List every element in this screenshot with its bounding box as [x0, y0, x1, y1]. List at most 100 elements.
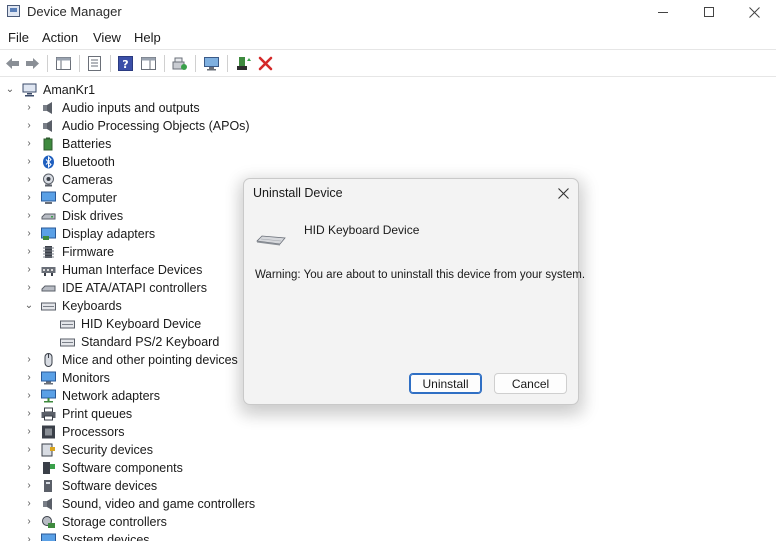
- ide-controller-icon: [41, 285, 56, 292]
- tree-item-label: Cameras: [62, 173, 113, 187]
- tree-item-batteries[interactable]: › Batteries: [0, 135, 300, 153]
- dialog-warning-text: Warning: You are about to uninstall this…: [255, 269, 586, 281]
- tree-item-label: Firmware: [62, 245, 115, 259]
- tree-item-processors[interactable]: › Processors: [0, 423, 300, 441]
- svg-text:?: ?: [122, 58, 128, 71]
- menu-bar: File Action View Help: [0, 26, 776, 48]
- chevron-right-icon[interactable]: ›: [24, 462, 34, 474]
- tree-item-label: IDE ATA/ATAPI controllers: [62, 281, 207, 295]
- dialog-device-name: HID Keyboard Device: [304, 223, 420, 237]
- chevron-right-icon[interactable]: ›: [24, 228, 34, 240]
- tree-item-label: Human Interface Devices: [62, 263, 203, 277]
- show-hide-console-tree-icon[interactable]: [55, 55, 72, 72]
- chevron-right-icon[interactable]: ›: [24, 408, 34, 420]
- chevron-right-icon[interactable]: ›: [24, 426, 34, 438]
- menu-file[interactable]: File: [8, 30, 29, 45]
- chevron-right-icon[interactable]: ›: [24, 264, 34, 276]
- tree-item-label: Audio inputs and outputs: [62, 101, 200, 115]
- keyboard-icon: [60, 320, 75, 329]
- storage-controller-icon: [42, 516, 55, 528]
- tree-item-label: Audio Processing Objects (APOs): [62, 119, 250, 133]
- help-icon[interactable]: ?: [117, 55, 134, 72]
- software-component-icon: [43, 462, 55, 474]
- menu-action[interactable]: Action: [42, 30, 78, 45]
- chevron-right-icon[interactable]: ›: [24, 138, 34, 150]
- menu-view[interactable]: View: [93, 30, 121, 45]
- forward-arrow-icon[interactable]: [24, 55, 41, 72]
- tree-item-label: Display adapters: [62, 227, 156, 241]
- uninstall-device-dialog: Uninstall Device HID Keyboard Device War…: [243, 178, 585, 405]
- chevron-right-icon[interactable]: ›: [24, 480, 34, 492]
- tree-item-label: Storage controllers: [62, 515, 167, 529]
- back-arrow-icon[interactable]: [4, 55, 21, 72]
- monitor-icon[interactable]: [203, 55, 220, 72]
- close-icon: [748, 6, 760, 18]
- computer-icon: [41, 191, 56, 204]
- chevron-right-icon[interactable]: ›: [24, 210, 34, 222]
- tree-item-storage-controllers[interactable]: › Storage controllers: [0, 513, 300, 531]
- chevron-down-icon[interactable]: ⌄: [5, 84, 15, 96]
- chevron-right-icon[interactable]: ›: [24, 372, 34, 384]
- tree-root-item[interactable]: ⌄ AmanKr1: [0, 81, 300, 99]
- tree-item-label: Network adapters: [62, 389, 160, 403]
- tree-item-audio-inputs[interactable]: › Audio inputs and outputs: [0, 99, 300, 117]
- dialog-title: Uninstall Device: [253, 186, 343, 200]
- close-window-button[interactable]: [731, 0, 776, 24]
- tree-item-bluetooth[interactable]: › Bluetooth: [0, 153, 300, 171]
- speaker-icon: [43, 120, 52, 132]
- speaker-icon: [43, 102, 52, 114]
- tree-item-audio-processing[interactable]: › Audio Processing Objects (APOs): [0, 117, 300, 135]
- tree-item-label: Monitors: [62, 371, 110, 385]
- chevron-right-icon[interactable]: ›: [24, 516, 34, 528]
- chevron-right-icon[interactable]: ›: [24, 444, 34, 456]
- tree-item-sound-video-game[interactable]: › Sound, video and game controllers: [0, 495, 300, 513]
- uninstall-button[interactable]: Uninstall: [409, 373, 482, 394]
- chevron-right-icon[interactable]: ›: [24, 498, 34, 510]
- firmware-chip-icon: [43, 246, 54, 258]
- minimize-button[interactable]: [640, 0, 686, 24]
- window-title: Device Manager: [27, 4, 122, 19]
- tree-item-system-devices[interactable]: › System devices: [0, 531, 300, 541]
- maximize-icon: [704, 7, 714, 17]
- chevron-right-icon[interactable]: ›: [24, 282, 34, 294]
- tree-item-label: Standard PS/2 Keyboard: [81, 335, 220, 349]
- chevron-right-icon[interactable]: ›: [24, 174, 34, 186]
- action-pane-icon[interactable]: [140, 55, 157, 72]
- chevron-right-icon[interactable]: ›: [24, 120, 34, 132]
- tree-item-label: Sound, video and game controllers: [62, 497, 256, 511]
- chevron-right-icon[interactable]: ›: [24, 534, 34, 541]
- keyboard-device-icon: [256, 235, 286, 246]
- keyboard-icon: [60, 338, 75, 347]
- tree-item-label: Security devices: [62, 443, 154, 457]
- computer-root-icon: [22, 83, 37, 97]
- disk-drive-icon: [41, 213, 56, 220]
- maximize-button[interactable]: [686, 0, 732, 24]
- title-bar: Device Manager: [0, 0, 776, 24]
- tree-item-security-devices[interactable]: › Security devices: [0, 441, 300, 459]
- chevron-right-icon[interactable]: ›: [24, 156, 34, 168]
- scan-hardware-icon[interactable]: [171, 55, 188, 72]
- chevron-right-icon[interactable]: ›: [24, 354, 34, 366]
- chevron-right-icon[interactable]: ›: [24, 390, 34, 402]
- dialog-close-button[interactable]: [549, 182, 577, 204]
- system-device-icon: [41, 533, 56, 541]
- menu-help[interactable]: Help: [134, 30, 161, 45]
- update-driver-icon[interactable]: [235, 55, 252, 72]
- tree-item-label: Mice and other pointing devices: [62, 353, 238, 367]
- tree-item-label: Print queues: [62, 407, 133, 421]
- tree-item-label: Computer: [62, 191, 117, 205]
- tree-item-label: Disk drives: [62, 209, 124, 223]
- security-device-icon: [41, 443, 55, 457]
- chevron-down-icon[interactable]: ⌄: [24, 300, 34, 312]
- chevron-right-icon[interactable]: ›: [24, 192, 34, 204]
- toolbar: ?: [0, 49, 776, 77]
- chevron-right-icon[interactable]: ›: [24, 246, 34, 258]
- toolbar-separator: [195, 55, 196, 72]
- display-adapter-icon: [41, 227, 56, 240]
- chevron-right-icon[interactable]: ›: [24, 102, 34, 114]
- tree-item-software-components[interactable]: › Software components: [0, 459, 300, 477]
- properties-icon[interactable]: [86, 55, 103, 72]
- cancel-button[interactable]: Cancel: [494, 373, 567, 394]
- tree-item-software-devices[interactable]: › Software devices: [0, 477, 300, 495]
- uninstall-x-icon[interactable]: [257, 55, 274, 72]
